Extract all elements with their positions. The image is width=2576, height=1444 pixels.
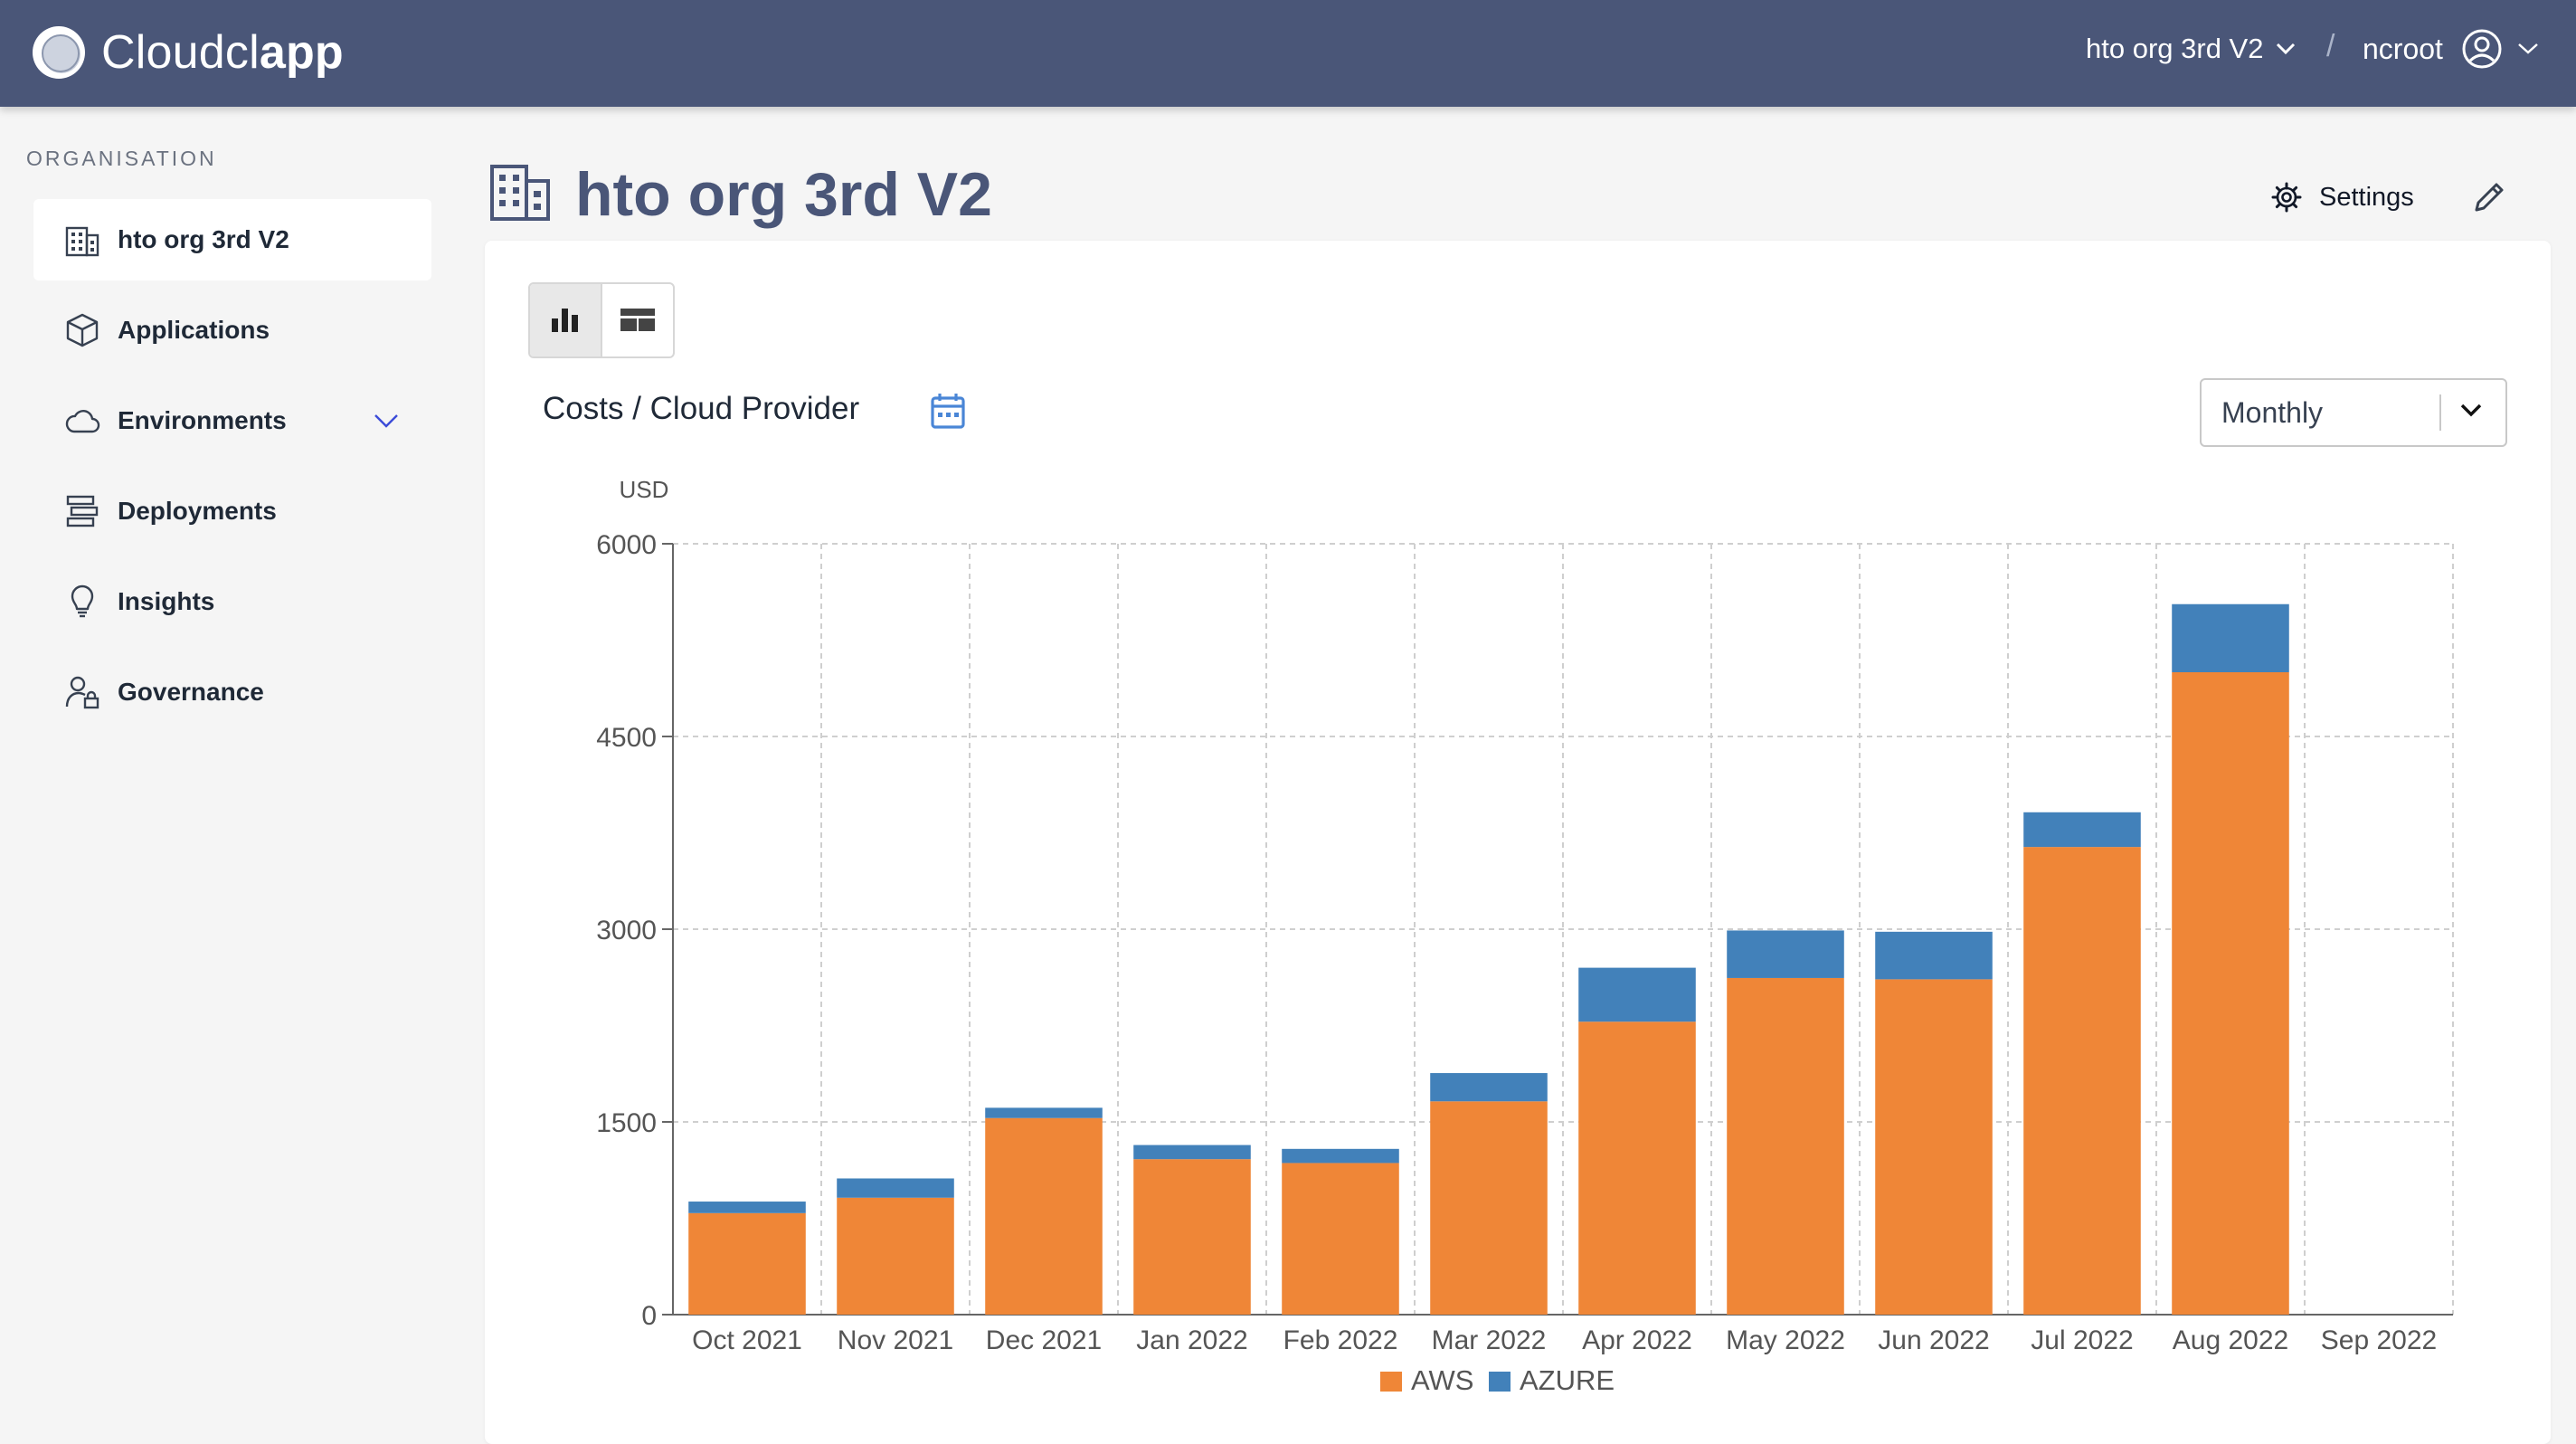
user-name: ncroot [2363, 32, 2443, 65]
legend-swatch-azure [1489, 1372, 1511, 1392]
bar-aws-jul-2022 [2023, 847, 2141, 1315]
chevron-down-icon [2277, 43, 2296, 55]
bar-aws-apr-2022 [1578, 1021, 1696, 1315]
bar-aws-jan-2022 [1133, 1159, 1251, 1315]
y-tick-label: 4500 [596, 723, 657, 753]
bar-azure-aug-2022 [2172, 603, 2289, 672]
sidebar-title: ORGANISATION [26, 147, 217, 170]
bar-aws-dec-2021 [985, 1117, 1103, 1315]
top-navbar: Cloudclapp hto org 3rd V2 / ncroot [0, 0, 2576, 107]
y-tick-label: 0 [641, 1301, 657, 1331]
chevron-down-icon [2518, 43, 2538, 54]
x-tick-label: Jun 2022 [1878, 1325, 1989, 1355]
bar-aws-mar-2022 [1430, 1101, 1548, 1315]
y-tick-label: 6000 [596, 530, 657, 560]
bar-azure-mar-2022 [1430, 1073, 1548, 1102]
sidebar-item-environments[interactable]: Environments [33, 380, 431, 461]
building-icon [490, 165, 550, 221]
deployments-icon [66, 495, 99, 527]
sidebar-item-insights[interactable]: Insights [33, 561, 431, 642]
y-axis-label: USD [620, 476, 669, 503]
sidebar: ORGANISATION hto org 3rd V2 Applications… [0, 107, 452, 1420]
org-switcher-label: hto org 3rd V2 [2086, 33, 2264, 64]
bar-aws-oct-2021 [688, 1212, 806, 1315]
x-tick-label: Aug 2022 [2173, 1325, 2288, 1355]
cost-bar-chart: 0 1500 3000 4500 6000 USD Oct 2021 Nov 2021 Dec … [596, 476, 2454, 1396]
x-tick-label: Jul 2022 [2031, 1325, 2133, 1355]
lightbulb-icon [71, 584, 94, 618]
bar-azure-feb-2022 [1282, 1148, 1399, 1164]
x-tick-label: Mar 2022 [1432, 1325, 1547, 1355]
x-tick-label: May 2022 [1726, 1325, 1845, 1355]
cloud-icon [65, 410, 100, 433]
bar-azure-jun-2022 [1875, 931, 1993, 980]
sidebar-item-label: Deployments [118, 497, 277, 525]
x-tick-label: Nov 2021 [838, 1325, 953, 1355]
building-icon [65, 226, 99, 257]
x-tick-label: Oct 2021 [692, 1325, 802, 1355]
breadcrumb-separator: / [2326, 29, 2335, 63]
bar-azure-nov-2021 [837, 1178, 954, 1198]
x-tick-label: Dec 2021 [986, 1325, 1102, 1355]
user-lock-icon [65, 676, 99, 709]
y-tick-label: 1500 [596, 1108, 657, 1138]
sidebar-item-label: Insights [118, 587, 215, 615]
y-tick-label: 3000 [596, 916, 657, 945]
bar-azure-may-2022 [1727, 930, 1844, 978]
user-avatar-icon [2462, 29, 2502, 69]
legend-label-azure: AZURE [1520, 1364, 1615, 1396]
bar-aws-aug-2022 [2172, 672, 2289, 1315]
sidebar-item-applications[interactable]: Applications [33, 290, 431, 371]
sidebar-item-organisation[interactable]: hto org 3rd V2 [33, 199, 431, 280]
bar-aws-may-2022 [1727, 977, 1844, 1315]
cloudclapp-logo-icon [33, 26, 85, 79]
x-tick-label: Feb 2022 [1283, 1325, 1398, 1355]
brand-name: Cloudclapp [101, 26, 344, 79]
pencil-icon[interactable] [2469, 177, 2509, 217]
sidebar-item-label: hto org 3rd V2 [118, 225, 289, 253]
bar-azure-jan-2022 [1133, 1145, 1251, 1160]
sidebar-item-deployments[interactable]: Deployments [33, 470, 431, 552]
bar-aws-feb-2022 [1282, 1163, 1399, 1315]
bar-aws-nov-2021 [837, 1197, 954, 1315]
bar-azure-oct-2021 [688, 1202, 806, 1213]
bar-azure-jul-2022 [2023, 812, 2141, 848]
page-title: hto org 3rd V2 [575, 160, 992, 229]
user-menu[interactable]: ncroot [2363, 22, 2539, 76]
sidebar-item-label: Environments [118, 406, 287, 434]
gear-icon [2271, 182, 2302, 213]
brand-logo-link[interactable]: Cloudclapp [31, 16, 344, 89]
settings-button[interactable]: Settings [2270, 177, 2414, 217]
x-tick-label: Jan 2022 [1136, 1325, 1247, 1355]
sidebar-item-governance[interactable]: Governance [33, 651, 431, 733]
x-tick-label: Sep 2022 [2321, 1325, 2437, 1355]
bar-aws-jun-2022 [1875, 979, 1993, 1315]
x-tick-label: Apr 2022 [1582, 1325, 1692, 1355]
org-switcher[interactable]: hto org 3rd V2 [2086, 29, 2296, 69]
bar-azure-dec-2021 [985, 1107, 1103, 1118]
settings-label: Settings [2319, 182, 2414, 212]
sidebar-item-label: Governance [118, 678, 264, 706]
legend-label-aws: AWS [1411, 1364, 1473, 1396]
costs-card: Costs / Cloud Provider Monthly 0 1500 3000… [485, 241, 2551, 1444]
chevron-down-icon[interactable] [373, 407, 400, 434]
legend-swatch-aws [1380, 1372, 1402, 1392]
sidebar-item-label: Applications [118, 316, 270, 344]
bar-azure-apr-2022 [1578, 967, 1696, 1022]
cube-icon [66, 313, 99, 347]
